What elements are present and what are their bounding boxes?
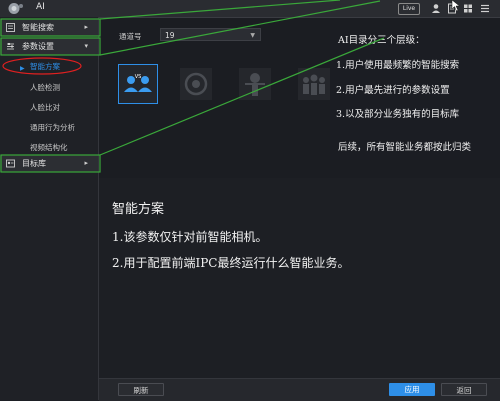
subitem-behavior-analysis[interactable]: 通用行为分析 [30,122,75,133]
subitem-face-compare[interactable]: 人脸比对 [30,102,60,113]
scheme-person[interactable] [235,64,275,104]
scheme-crowd[interactable] [294,64,334,104]
note-line: 1.用户使用最频繁的智能搜索 [336,60,460,71]
sidebar-item-target-library[interactable]: 目标库 ▸ [0,155,98,172]
sidebar [0,17,99,400]
description-line: 1.该参数仅针对前智能相机。 [112,230,268,244]
sidebar-item-label: 智能搜索 [22,23,54,32]
description-line: 2.用于配置前端IPC最终运行什么智能业务。 [112,256,350,270]
top-bar: AI Live [0,0,500,18]
menu-icon[interactable] [479,3,491,14]
subitem-smart-scheme[interactable]: 智能方案 [30,61,60,72]
sidebar-item-label: 参数设置 [22,42,54,51]
scheme-face-compare[interactable]: VS [118,64,158,104]
back-button[interactable]: 返回 [441,383,487,396]
apply-button[interactable]: 应用 [389,383,435,396]
settings-icon [7,43,14,50]
active-indicator-icon: ▶ [20,65,25,72]
chevron-down-icon: ▼ [250,32,255,39]
sidebar-item-param-settings[interactable]: 参数设置 ▾ [0,38,98,55]
app-title: AI [36,2,45,12]
camera-icon [180,68,212,100]
live-button[interactable]: Live [398,3,420,15]
chevron-right-icon: ▸ [84,159,88,167]
user-icon[interactable] [430,3,442,14]
chevron-down-icon: ▾ [84,42,88,50]
database-icon [6,159,15,168]
note-line: 3.以及部分业务独有的目标库 [336,109,460,120]
face-compare-icon: VS [124,74,152,92]
search-icon [6,23,15,32]
channel-label: 通道号 [119,32,142,41]
description-heading: 智能方案 [112,202,165,217]
subitem-video-structuring[interactable]: 视频结构化 [30,142,68,153]
channel-select[interactable]: 19 ▼ [160,28,261,41]
grid-icon[interactable] [462,3,474,14]
note-line: 2.用户最先进行的参数设置 [336,85,450,96]
person-icon [239,68,271,100]
document-icon[interactable] [446,3,458,14]
subitem-face-detection[interactable]: 人脸检测 [30,82,60,93]
crowd-icon [298,68,330,100]
refresh-button[interactable]: 刷新 [118,383,164,396]
note-footer: 后续，所有智能业务都按此归类 [338,142,472,153]
channel-value: 19 [165,31,175,40]
app-logo-icon [8,3,23,14]
svg-text:VS: VS [135,74,142,80]
sidebar-item-smart-search[interactable]: 智能搜索 ▸ [0,19,98,36]
chevron-right-icon: ▸ [84,23,88,31]
scheme-camera[interactable] [176,64,216,104]
note-title: AI目录分三个层级： [338,35,425,46]
sidebar-item-label: 目标库 [22,159,46,168]
